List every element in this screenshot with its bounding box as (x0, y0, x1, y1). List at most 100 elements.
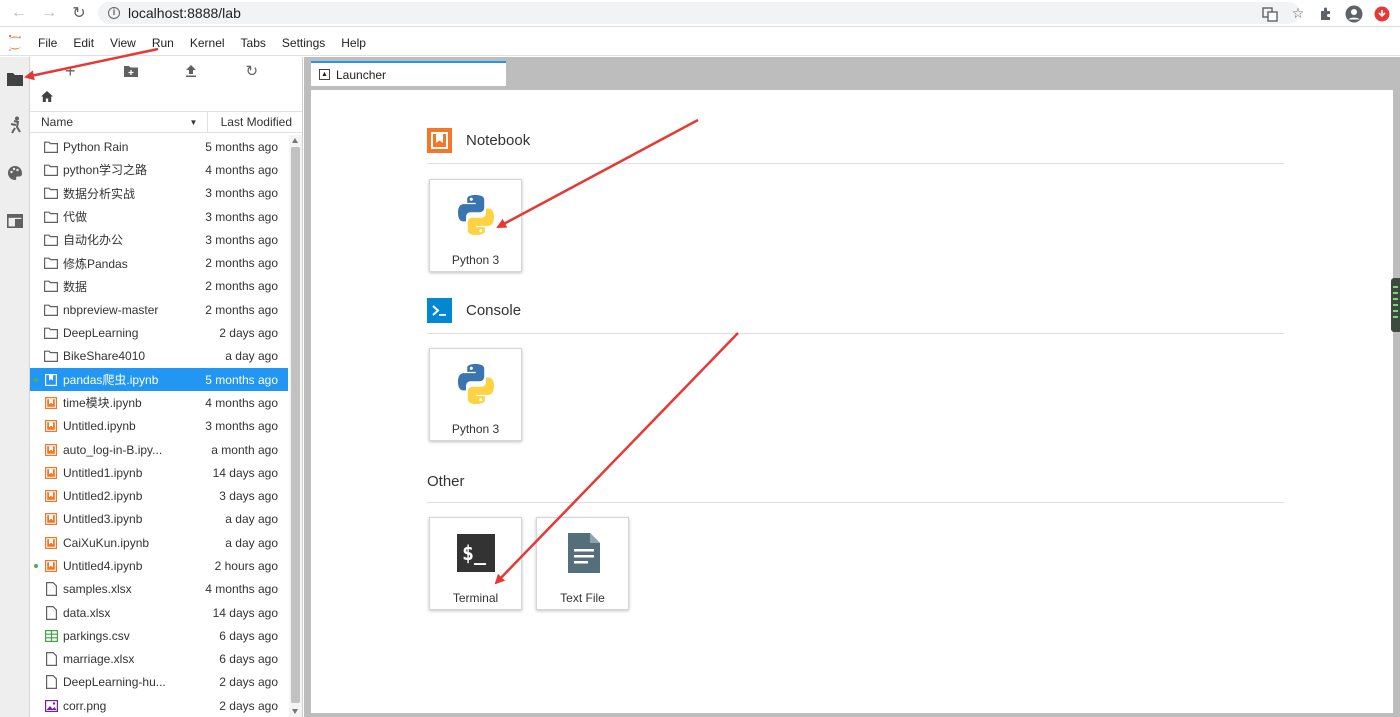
file-name: nbpreview-master (63, 302, 159, 317)
file-modified: 6 days ago (219, 652, 278, 667)
bookmark-star-icon[interactable]: ☆ (1288, 4, 1308, 24)
file-list: Python Rain 5 months ago python学习之路 4 month… (30, 135, 288, 717)
file-name: 自动化办公 (63, 233, 124, 248)
home-folder-icon[interactable] (41, 91, 53, 105)
tab-launcher-label: Launcher (336, 67, 387, 82)
image-file-icon (44, 699, 58, 713)
file-name: Untitled4.ipynb (63, 558, 143, 573)
new-folder-icon[interactable] (119, 59, 143, 83)
menu-kernel[interactable]: Kernel (182, 30, 233, 56)
menu-edit[interactable]: Edit (65, 30, 102, 56)
file-modified: 2 days ago (219, 326, 278, 341)
main-dock-area: ▲ Launcher Notebook Python 3 Console Pyt… (304, 57, 1400, 717)
menu-help[interactable]: Help (333, 30, 374, 56)
file-name: Untitled.ipynb (63, 419, 136, 434)
file-list-scrollbar[interactable] (289, 135, 302, 717)
console-python3-card[interactable]: Python 3 (429, 348, 522, 441)
folder-icon (44, 140, 58, 154)
file-modified: 4 months ago (205, 395, 278, 410)
file-list-item[interactable]: Untitled.ipynb 3 months ago (30, 415, 288, 438)
scroll-up-arrow-icon[interactable] (292, 138, 298, 143)
file-list-item[interactable]: nbpreview-master 2 months ago (30, 298, 288, 321)
file-name: time模块.ipynb (63, 396, 142, 411)
command-palette-icon[interactable] (0, 149, 30, 197)
file-browser-tab-icon[interactable] (0, 57, 30, 101)
column-modified-header[interactable]: Last Modified (208, 115, 302, 129)
file-list-item[interactable]: DeepLearning-hu... 2 days ago (30, 671, 288, 694)
console-section-title: Console (427, 298, 521, 323)
side-widget-handle[interactable] (1391, 278, 1400, 332)
reload-button[interactable]: ↻ (64, 0, 94, 27)
address-bar[interactable]: i localhost:8888/lab (98, 2, 1300, 24)
scroll-down-arrow-icon[interactable] (292, 709, 298, 714)
file-name: Python Rain (63, 139, 129, 154)
sort-caret-icon[interactable]: ▼ (180, 111, 208, 133)
menu-tabs[interactable]: Tabs (233, 30, 274, 56)
file-list-item[interactable]: Untitled2.ipynb 3 days ago (30, 484, 288, 507)
file-list-item[interactable]: samples.xlsx 4 months ago (30, 578, 288, 601)
file-name: samples.xlsx (63, 582, 132, 597)
file-name: Untitled1.ipynb (63, 465, 143, 480)
file-modified: 3 months ago (205, 209, 278, 224)
extensions-icon[interactable] (1316, 4, 1336, 24)
file-list-item[interactable]: 自动化办公 3 months ago (30, 228, 288, 251)
menu-run[interactable]: Run (144, 30, 182, 56)
running-sessions-icon[interactable] (0, 101, 30, 149)
file-list-item[interactable]: time模块.ipynb 4 months ago (30, 391, 288, 414)
jupyter-logo-icon (0, 30, 30, 56)
terminal-card[interactable]: $_ Terminal (429, 517, 522, 610)
back-button[interactable]: ← (4, 0, 34, 27)
notebook-section-label: Notebook (466, 132, 531, 149)
file-list-item[interactable]: Untitled4.ipynb 2 hours ago (30, 554, 288, 577)
file-list-item[interactable]: Python Rain 5 months ago (30, 135, 288, 158)
file-list-item[interactable]: BikeShare4010 a day ago (30, 345, 288, 368)
file-list-item[interactable]: marriage.xlsx 6 days ago (30, 648, 288, 671)
file-list-item[interactable]: Untitled3.ipynb a day ago (30, 508, 288, 531)
file-list-item[interactable]: 代做 3 months ago (30, 205, 288, 228)
text-file-card[interactable]: Text File (536, 517, 629, 610)
tab-launcher[interactable]: ▲ Launcher (311, 61, 506, 86)
file-modified: 6 days ago (219, 628, 278, 643)
menu-settings[interactable]: Settings (274, 30, 333, 56)
file-list-item[interactable]: CaiXuKun.ipynb a day ago (30, 531, 288, 554)
file-modified: 14 days ago (212, 465, 278, 480)
file-list-item[interactable]: 修炼Pandas 2 months ago (30, 251, 288, 274)
file-list-item[interactable]: DeepLearning 2 days ago (30, 321, 288, 344)
file-icon (44, 652, 58, 667)
forward-button[interactable]: → (34, 0, 64, 27)
file-name: BikeShare4010 (63, 349, 146, 364)
notebook-icon (44, 559, 58, 573)
upload-icon[interactable] (179, 59, 203, 83)
file-list-item[interactable]: 数据分析实战 3 months ago (30, 182, 288, 205)
new-launcher-plus-icon[interactable]: + (58, 59, 82, 83)
file-modified: a day ago (225, 349, 278, 364)
text-file-label: Text File (560, 591, 605, 605)
open-tabs-icon[interactable] (0, 197, 30, 245)
file-list-item[interactable]: pandas爬虫.ipynb 5 months ago (30, 367, 288, 392)
profile-avatar-icon[interactable] (1344, 4, 1364, 24)
menu-view[interactable]: View (102, 30, 144, 56)
column-name-header[interactable]: Name (30, 115, 180, 129)
update-icon[interactable] (1372, 4, 1392, 24)
refresh-icon[interactable]: ↻ (240, 59, 264, 83)
jupyter-menubar: File Edit View Run Kernel Tabs Settings … (0, 30, 1400, 56)
file-modified: 2 months ago (205, 279, 278, 294)
file-modified: 3 months ago (205, 419, 278, 434)
file-list-item[interactable]: python学习之路 4 months ago (30, 158, 288, 181)
folder-icon (44, 326, 58, 340)
file-modified: 4 months ago (205, 582, 278, 597)
file-icon (44, 605, 58, 620)
file-list-item[interactable]: data.xlsx 14 days ago (30, 601, 288, 624)
file-list-item[interactable]: Untitled1.ipynb 14 days ago (30, 461, 288, 484)
notebook-icon (44, 443, 58, 457)
menu-file[interactable]: File (30, 30, 65, 56)
console-section-divider (427, 333, 1284, 334)
notebook-python3-card[interactable]: Python 3 (429, 179, 522, 272)
python-logo-icon (452, 360, 500, 408)
file-list-item[interactable]: corr.png 2 days ago (30, 694, 288, 717)
file-list-item[interactable]: 数据 2 months ago (30, 275, 288, 298)
file-list-item[interactable]: parkings.csv 6 days ago (30, 624, 288, 647)
scrollbar-thumb[interactable] (291, 147, 300, 703)
translate-icon[interactable] (1260, 4, 1280, 24)
file-list-item[interactable]: auto_log-in-B.ipy... a month ago (30, 438, 288, 461)
